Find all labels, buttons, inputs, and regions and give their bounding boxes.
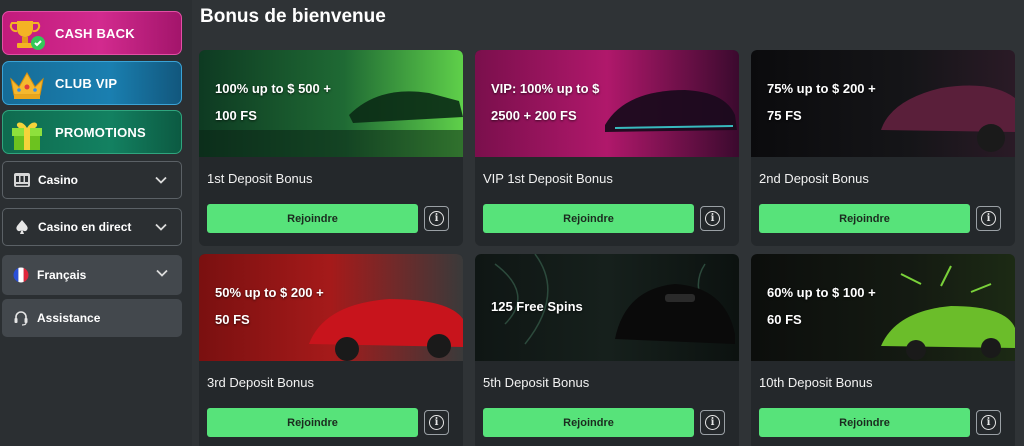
chevron-down-icon [155, 176, 167, 184]
join-button[interactable]: Rejoindre [207, 204, 418, 233]
bonus-title: 5th Deposit Bonus [483, 375, 590, 390]
bonus-headline: 50% up to $ 200 + 50 FS [215, 279, 324, 333]
language-select[interactable]: Français [2, 255, 182, 295]
nav-assistance[interactable]: Assistance [2, 299, 182, 337]
bonus-card: 60% up to $ 100 + 60 FS 10th Deposit Bon… [751, 254, 1015, 446]
bonus-title: VIP 1st Deposit Bonus [483, 171, 613, 186]
cashback-label: CASH BACK [55, 25, 135, 41]
info-button[interactable]: i [700, 410, 725, 435]
info-button[interactable]: i [700, 206, 725, 231]
bonus-banner: 125 Free Spins [475, 254, 739, 361]
sidebar: CASH BACK CLUB VIP PROMOTIONS Casino Cas… [0, 0, 192, 446]
bonus-title: 10th Deposit Bonus [759, 375, 873, 390]
nav-casino-live[interactable]: Casino en direct [2, 208, 182, 246]
bonus-headline-line1: 125 Free Spins [491, 299, 583, 314]
page-title: Bonus de bienvenue [200, 6, 386, 27]
headset-icon [11, 308, 31, 328]
nav-assistance-label: Assistance [37, 311, 101, 325]
bonus-title: 2nd Deposit Bonus [759, 171, 869, 186]
bonus-card: 50% up to $ 200 + 50 FS 3rd Deposit Bonu… [199, 254, 463, 446]
chevron-down-icon [156, 269, 168, 277]
info-icon: i [981, 211, 996, 226]
info-button[interactable]: i [424, 206, 449, 231]
bonus-headline-line1: 50% up to $ 200 + [215, 285, 324, 300]
bonus-title: 3rd Deposit Bonus [207, 375, 314, 390]
bonus-card: VIP: 100% up to $ 2500 + 200 FS VIP 1st … [475, 50, 739, 246]
info-icon: i [981, 415, 996, 430]
crown-icon [10, 71, 44, 99]
bonus-card: 125 Free Spins 5th Deposit Bonus Rejoind… [475, 254, 739, 446]
nav-casino-label: Casino [38, 173, 79, 187]
cashback-button[interactable]: CASH BACK [2, 11, 182, 55]
bonus-headline: 100% up to $ 500 + 100 FS [215, 75, 331, 129]
join-button[interactable]: Rejoindre [759, 408, 970, 437]
join-button[interactable]: Rejoindre [483, 408, 694, 437]
bonus-card: 100% up to $ 500 + 100 FS 1st Deposit Bo… [199, 50, 463, 246]
bonus-banner: VIP: 100% up to $ 2500 + 200 FS [475, 50, 739, 157]
join-button[interactable]: Rejoindre [759, 204, 970, 233]
bonus-headline: 125 Free Spins [491, 293, 583, 320]
info-button[interactable]: i [976, 410, 1001, 435]
join-button[interactable]: Rejoindre [207, 408, 418, 437]
bonus-headline-line2: 60 FS [767, 312, 802, 327]
bonus-headline-line2: 100 FS [215, 108, 257, 123]
bonus-headline-line2: 50 FS [215, 312, 250, 327]
chevron-down-icon [155, 223, 167, 231]
info-button[interactable]: i [424, 410, 449, 435]
info-icon: i [705, 415, 720, 430]
bonus-headline: 75% up to $ 200 + 75 FS [767, 75, 876, 129]
info-icon: i [429, 415, 444, 430]
bonus-banner: 60% up to $ 100 + 60 FS [751, 254, 1015, 361]
bonus-title: 1st Deposit Bonus [207, 171, 313, 186]
bonus-headline: VIP: 100% up to $ 2500 + 200 FS [491, 75, 599, 129]
france-flag-icon [11, 265, 31, 285]
bonus-headline-line2: 2500 + 200 FS [491, 108, 577, 123]
nav-casino-live-label: Casino en direct [38, 220, 132, 234]
bonus-headline-line1: 75% up to $ 200 + [767, 81, 876, 96]
info-icon: i [429, 211, 444, 226]
gift-icon [12, 122, 42, 150]
nav-casino[interactable]: Casino [2, 161, 182, 199]
cashback-trophy-icon [9, 21, 45, 50]
bonus-headline-line1: VIP: 100% up to $ [491, 81, 600, 96]
promotions-label: PROMOTIONS [55, 124, 146, 140]
bonus-headline-line1: 60% up to $ 100 + [767, 285, 876, 300]
join-button[interactable]: Rejoindre [483, 204, 694, 233]
spade-icon [12, 217, 32, 237]
club-vip-button[interactable]: CLUB VIP [2, 61, 182, 105]
slot-machine-icon [12, 170, 32, 190]
bonus-banner: 75% up to $ 200 + 75 FS [751, 50, 1015, 157]
club-vip-label: CLUB VIP [55, 75, 118, 91]
language-label: Français [37, 268, 87, 282]
info-icon: i [705, 211, 720, 226]
bonus-headline-line1: 100% up to $ 500 + [215, 81, 331, 96]
info-button[interactable]: i [976, 206, 1001, 231]
bonus-headline: 60% up to $ 100 + 60 FS [767, 279, 876, 333]
bonus-banner: 50% up to $ 200 + 50 FS [199, 254, 463, 361]
bonus-banner: 100% up to $ 500 + 100 FS [199, 50, 463, 157]
promotions-button[interactable]: PROMOTIONS [2, 110, 182, 154]
bonus-headline-line2: 75 FS [767, 108, 802, 123]
bonus-card: 75% up to $ 200 + 75 FS 2nd Deposit Bonu… [751, 50, 1015, 246]
